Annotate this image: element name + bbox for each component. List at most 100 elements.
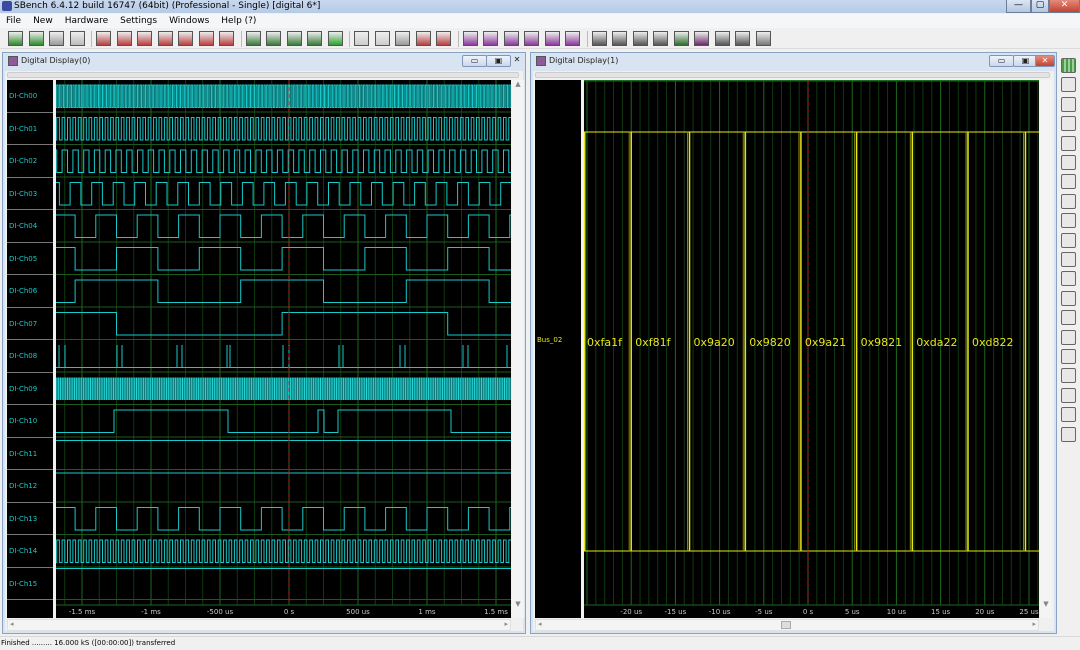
close-x-icon[interactable]	[1061, 426, 1076, 442]
doc-lines-icon[interactable]	[374, 31, 390, 46]
label-divider	[7, 436, 53, 438]
snapshot-icon[interactable]	[1061, 155, 1076, 170]
bus-icon[interactable]	[1061, 349, 1076, 364]
marker-icon[interactable]	[1061, 96, 1076, 112]
trace-di-ch10	[56, 409, 511, 433]
bus-plot-area[interactable]: 0xfa1f 0xf81f 0x9a20 0x9820 0x9a21 0x9821 0xda…	[584, 80, 1039, 618]
scroll-left-icon[interactable]: ◂	[538, 620, 542, 628]
title-bar: SBench 6.4.12 build 16747 (64bit) (Profe…	[0, 0, 1080, 13]
scroll-down-icon[interactable]: ▼	[1040, 600, 1052, 608]
arrange-icon[interactable]	[673, 31, 689, 46]
add-p-icon[interactable]	[245, 31, 261, 46]
layout-a-icon[interactable]	[714, 31, 730, 46]
redo-icon[interactable]	[1061, 407, 1076, 423]
restore-button[interactable]: ▣	[486, 55, 511, 67]
bus-value: 0xd822	[972, 336, 1014, 349]
edge-icon[interactable]	[1061, 135, 1076, 151]
close-all-icon[interactable]	[694, 31, 709, 46]
cascade-icon[interactable]	[653, 31, 668, 46]
close-button[interactable]: ✕	[1035, 55, 1055, 67]
trace-di-ch13	[56, 507, 511, 531]
xy-display-icon[interactable]	[544, 31, 560, 46]
label-divider	[7, 209, 53, 210]
close-button[interactable]: ✕	[510, 55, 524, 67]
scroll-thumb[interactable]	[781, 621, 791, 629]
tile-grid-icon[interactable]	[591, 31, 607, 46]
continuous-icon[interactable]	[28, 31, 44, 46]
scroll-down-icon[interactable]: ▼	[512, 600, 524, 608]
menu-file[interactable]: File	[6, 16, 21, 26]
horizontal-scrollbar[interactable]: ◂ ▸	[535, 619, 1039, 631]
calc-filter-icon[interactable]	[137, 31, 152, 46]
lines-icon[interactable]	[1061, 310, 1076, 326]
doc-list-icon[interactable]	[354, 31, 369, 46]
calc-snr-icon[interactable]	[178, 31, 193, 46]
tile-horizontal-icon[interactable]	[612, 31, 627, 46]
window-client: Bus_02 0xfa1f 0xf81f 0x9a20 0x9820 0x9a21 0x9…	[533, 71, 1054, 631]
zoom-book-icon[interactable]	[1061, 116, 1076, 132]
pulse-icon[interactable]	[1061, 174, 1076, 190]
cursor-icon[interactable]	[1061, 77, 1076, 93]
horizontal-scrollbar[interactable]: ◂ ▸	[7, 619, 511, 631]
calc-fft-icon[interactable]	[157, 31, 173, 46]
calc-function-icon[interactable]	[96, 31, 111, 46]
scroll-up-icon[interactable]: ▲	[512, 80, 524, 88]
maximize-button[interactable]: ▢	[1031, 0, 1049, 13]
time-tick-label: 1 ms	[418, 608, 435, 616]
menu-windows[interactable]: Windows	[169, 16, 209, 26]
zoom-all-icon[interactable]	[1061, 271, 1076, 287]
import-icon[interactable]	[286, 31, 302, 46]
menu-settings[interactable]: Settings	[120, 16, 157, 26]
grid-icon[interactable]	[1061, 58, 1076, 73]
scroll-left-icon[interactable]: ◂	[10, 620, 14, 628]
time-tick-label: -1.5 ms	[69, 608, 96, 616]
zoom-out-x-icon[interactable]	[1061, 252, 1076, 267]
time-tick-label: 500 us	[346, 608, 370, 616]
eye-display-icon[interactable]	[565, 31, 580, 46]
label-divider	[7, 274, 53, 275]
undo-icon[interactable]	[1061, 387, 1076, 403]
digital-plot-area[interactable]: -1.5 ms -1 ms -500 us 0 s 500 us 1 ms 1.5 ms	[56, 80, 511, 618]
calc-formula-icon[interactable]	[219, 31, 234, 46]
measure-icon[interactable]	[1061, 213, 1076, 229]
print-icon[interactable]	[395, 31, 410, 46]
zoom-box-icon[interactable]	[1061, 193, 1076, 209]
settings-gear-icon[interactable]	[327, 31, 343, 46]
wave-icon[interactable]	[1061, 329, 1076, 345]
zoom-in-x-icon[interactable]	[1061, 232, 1076, 248]
digital-display-icon[interactable]	[483, 31, 498, 46]
zoom-center-icon[interactable]	[1061, 290, 1076, 306]
scroll-right-icon[interactable]: ▸	[1032, 620, 1036, 628]
calc-histogram-icon[interactable]	[198, 31, 214, 46]
scroll-right-icon[interactable]: ▸	[504, 620, 508, 628]
layout-c-icon[interactable]	[755, 31, 771, 46]
force-trigger-icon[interactable]	[69, 31, 85, 46]
calc-single-icon[interactable]	[116, 31, 132, 46]
menu-new[interactable]: New	[33, 16, 53, 26]
digital-display-icon	[8, 56, 18, 66]
print-preview-icon[interactable]	[436, 31, 451, 46]
print-setup-icon[interactable]	[415, 31, 431, 46]
menu-help[interactable]: Help (?)	[221, 16, 256, 26]
label-divider	[7, 111, 53, 113]
menu-hardware[interactable]: Hardware	[65, 16, 108, 26]
vertical-scrollbar[interactable]: ▼	[1040, 80, 1052, 618]
step-icon[interactable]	[1061, 368, 1076, 384]
start-icon[interactable]	[8, 31, 23, 46]
minimize-button[interactable]: —	[1006, 0, 1031, 13]
stop-icon[interactable]	[49, 31, 64, 46]
analog-display-icon[interactable]	[462, 31, 478, 46]
tile-vertical-icon[interactable]	[632, 31, 648, 46]
vertical-scrollbar[interactable]: ▲ ▼	[512, 80, 524, 618]
fft-display-icon[interactable]	[503, 31, 519, 46]
export-icon[interactable]	[307, 31, 322, 46]
label-divider	[7, 144, 53, 145]
time-tick-label: 10 us	[887, 608, 907, 616]
layout-b-icon[interactable]	[735, 31, 750, 46]
label-divider	[7, 241, 53, 243]
close-button[interactable]: ✕	[1049, 0, 1080, 13]
minimize-button[interactable]: ▭	[989, 55, 1014, 67]
minimize-button[interactable]: ▭	[462, 55, 487, 67]
waterfall-display-icon[interactable]	[524, 31, 539, 46]
add-t-icon[interactable]	[266, 31, 281, 46]
